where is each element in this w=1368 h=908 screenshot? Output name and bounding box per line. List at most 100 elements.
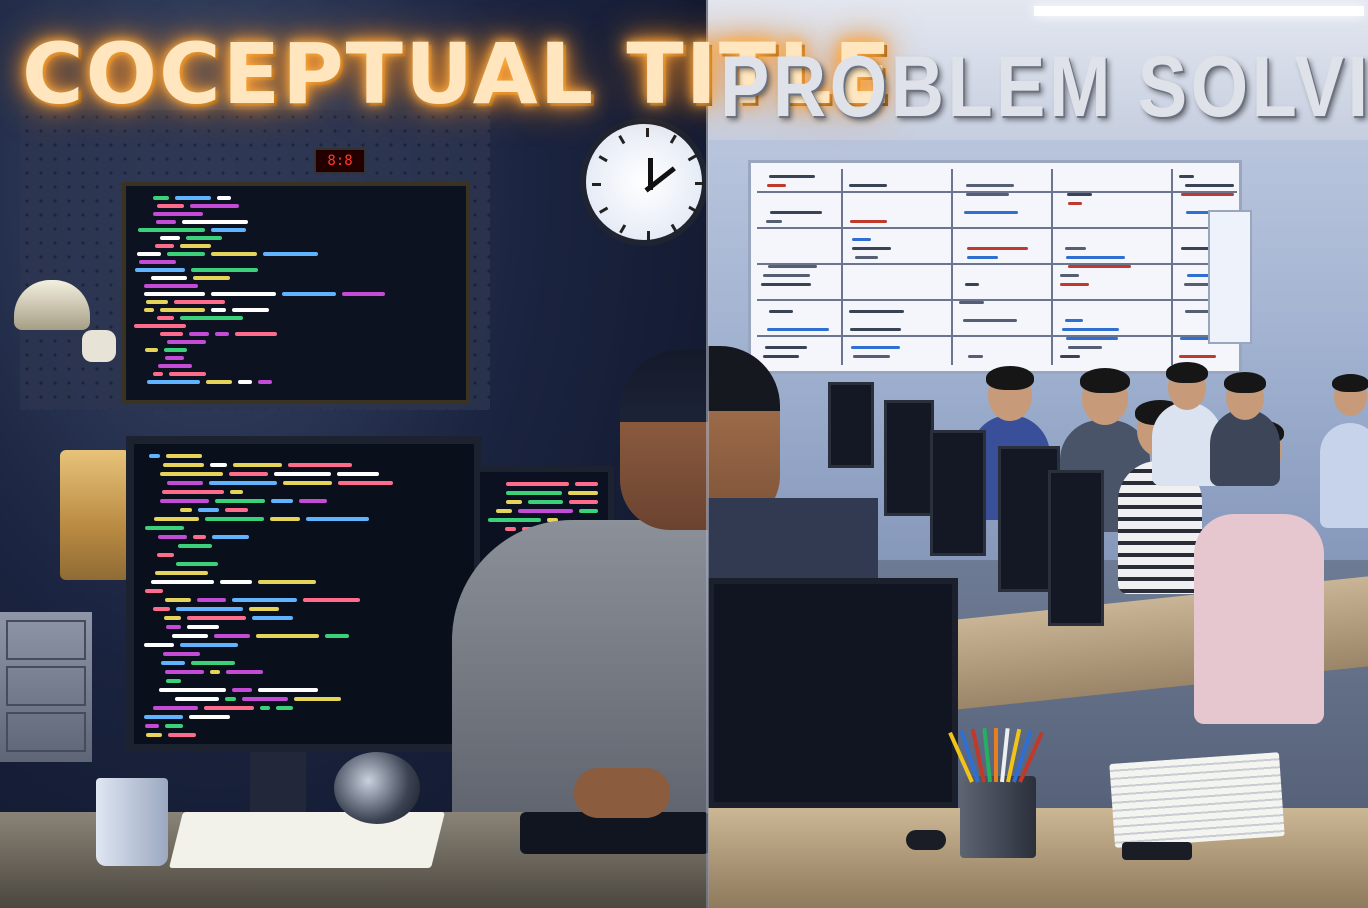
whiteboard-note [1179, 355, 1216, 358]
code-line [165, 598, 191, 602]
whiteboard-note [852, 238, 871, 241]
whiteboard-note [850, 328, 901, 331]
clock-tick [670, 223, 678, 233]
whiteboard-note [1067, 193, 1092, 196]
code-line [172, 634, 208, 638]
code-line [505, 527, 516, 531]
code-line [180, 508, 192, 512]
whiteboard [748, 160, 1242, 374]
code-line [145, 348, 158, 352]
clock-tick [646, 128, 649, 137]
code-line [342, 292, 385, 296]
code-line [165, 356, 184, 360]
code-line [506, 482, 569, 486]
code-line [337, 472, 379, 476]
paper-stack [60, 450, 130, 580]
code-line [166, 625, 181, 629]
code-line [225, 508, 248, 512]
code-line [220, 580, 252, 584]
code-line [306, 517, 369, 521]
clock-tick [592, 183, 601, 186]
whiteboard-note [763, 355, 799, 358]
code-line [506, 491, 562, 495]
code-line [210, 463, 227, 467]
code-line [158, 535, 187, 539]
code-line [168, 733, 196, 737]
code-line [258, 688, 318, 692]
phone [1122, 842, 1192, 860]
code-line [164, 348, 187, 352]
code-line [187, 616, 246, 620]
whiteboard-note [851, 346, 900, 349]
worker-hair [986, 366, 1034, 391]
cabinet-drawer [6, 712, 86, 752]
code-line [175, 196, 211, 200]
clock-tick [669, 134, 677, 144]
whiteboard-note [1179, 175, 1194, 178]
code-line [211, 228, 246, 232]
code-line [153, 607, 170, 611]
code-line [189, 715, 230, 719]
person-hands [574, 768, 670, 818]
code-line [146, 300, 168, 304]
code-line [191, 661, 235, 665]
whiteboard-note [850, 220, 887, 223]
whiteboard-note [1068, 202, 1082, 205]
code-line [274, 472, 331, 476]
whiteboard-note [967, 247, 1028, 250]
code-line [488, 518, 541, 522]
whiteboard-note [769, 310, 793, 313]
code-line [144, 715, 183, 719]
code-line [193, 276, 230, 280]
code-line [271, 499, 293, 503]
code-line [164, 616, 181, 620]
code-line [156, 220, 176, 224]
code-line [165, 670, 204, 674]
code-line [162, 490, 224, 494]
code-line [190, 204, 239, 208]
worker-hair [1080, 368, 1130, 394]
code-line [160, 332, 183, 336]
code-line [180, 316, 243, 320]
code-line [299, 499, 327, 503]
office-monitor [828, 382, 874, 468]
code-line [167, 252, 205, 256]
code-line [283, 481, 332, 485]
code-line [144, 308, 154, 312]
code-line [153, 212, 203, 216]
clock-tick [598, 155, 608, 163]
clock-tick [695, 182, 704, 185]
code-line [575, 482, 598, 486]
code-line [169, 372, 206, 376]
code-line [186, 236, 222, 240]
office-monitor [884, 400, 934, 516]
code-line [270, 517, 300, 521]
code-line [226, 670, 263, 674]
code-line [163, 463, 204, 467]
code-line [167, 481, 203, 485]
office-worker [1320, 423, 1368, 528]
code-line [260, 706, 270, 710]
worker-hair [1223, 372, 1267, 394]
whiteboard-note [1068, 265, 1131, 268]
code-line [180, 643, 238, 647]
code-line [256, 634, 319, 638]
clock-tick [688, 205, 698, 213]
code-line [258, 580, 316, 584]
code-line [145, 589, 163, 593]
code-line [325, 634, 349, 638]
paper-stack [1109, 752, 1285, 848]
code-line [139, 260, 176, 264]
code-line [235, 332, 277, 336]
whiteboard-note [849, 184, 887, 187]
file-cabinet [0, 612, 92, 762]
whiteboard-note [770, 211, 822, 214]
split-scene-image: 8:8 COCEPTUAL TITLE PROBLEM SOLVI [0, 0, 1368, 908]
code-line [233, 463, 282, 467]
code-line [518, 509, 573, 513]
monitor-stand [250, 752, 306, 812]
whiteboard-note [1060, 355, 1080, 358]
clock-tick [647, 231, 650, 240]
code-line [191, 268, 258, 272]
whiteboard-note [855, 256, 878, 259]
